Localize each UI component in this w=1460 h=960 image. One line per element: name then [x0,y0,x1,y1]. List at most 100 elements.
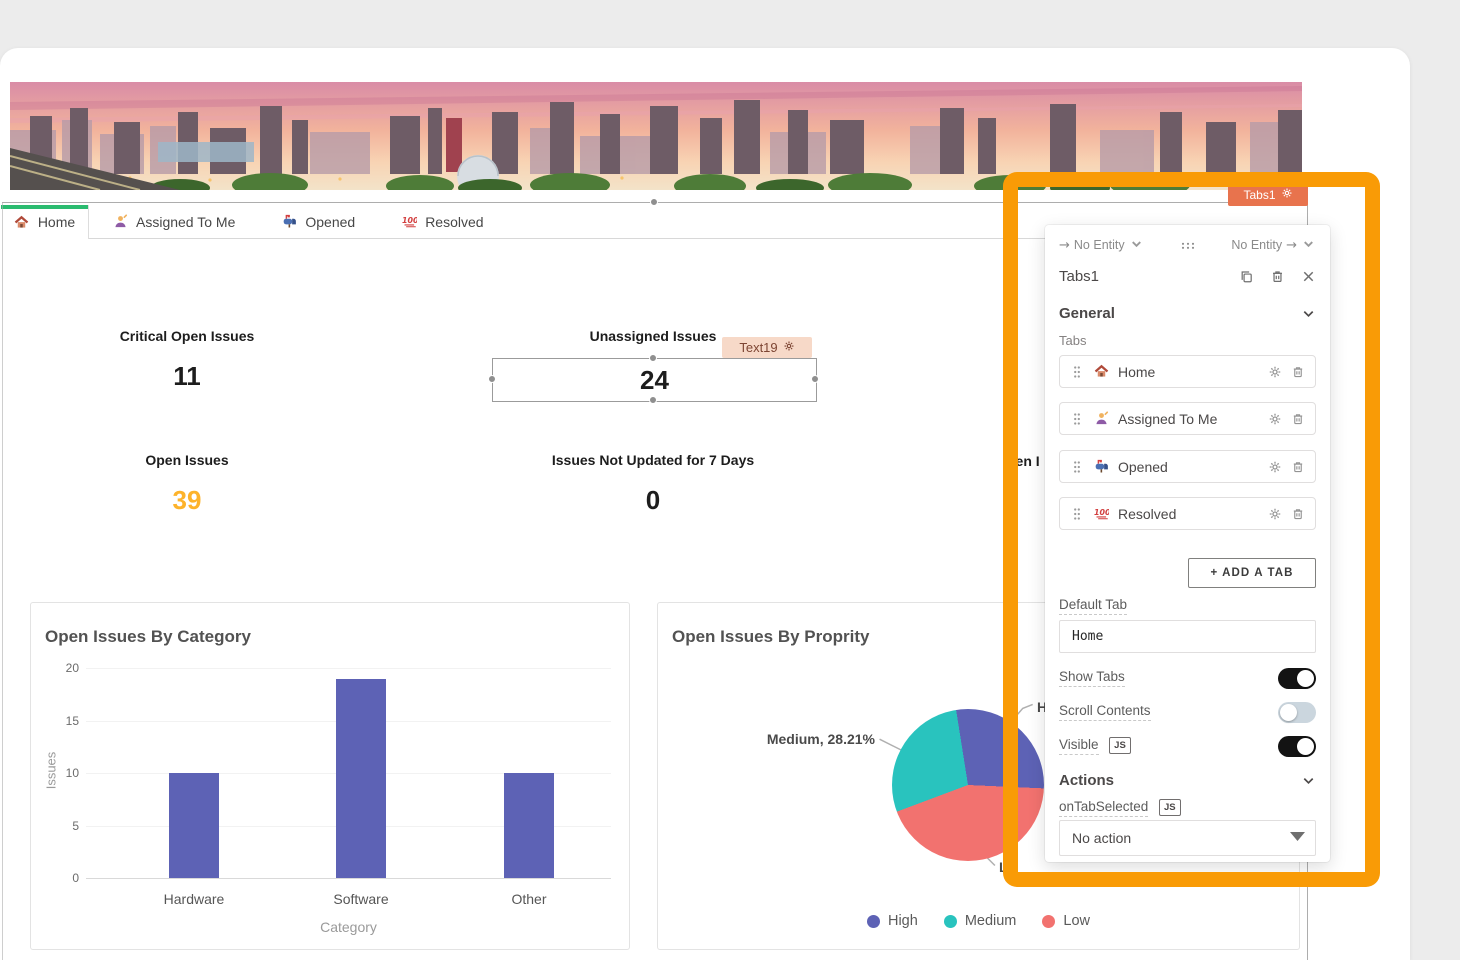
bar-other [504,773,554,878]
trash-icon[interactable] [1291,507,1305,521]
tab-label: Opened [305,214,355,230]
tab-opened[interactable]: Opened [258,205,378,238]
trash-icon[interactable] [1291,365,1305,379]
resize-handle-top[interactable] [650,198,658,206]
incoming-entity-selector[interactable]: → No Entity [1059,236,1144,254]
resize-handle-top-center[interactable] [649,354,657,362]
panel-tab-row-resolved[interactable]: 100 Resolved [1059,497,1316,530]
pie-callout-low-clipped: L [999,859,1008,875]
pie-callout-medium: Medium, 28.21% [767,731,875,747]
legend-item-medium: Medium [944,913,1017,929]
mailbox-icon [1093,459,1109,475]
trash-icon[interactable] [1291,460,1305,474]
clipped-stat-label: pen I [1007,453,1040,469]
tab-label: Assigned To Me [136,214,235,230]
svg-text:100: 100 [1094,508,1109,517]
tabs-widget-selection-left [2,202,3,960]
drag-handle-icon[interactable] [1070,460,1084,474]
header-image[interactable] [10,82,1302,190]
tab-label: Home [38,214,75,230]
gear-icon[interactable] [1268,365,1282,379]
stat-critical-open-issues[interactable]: Critical Open Issues 11 [27,328,347,392]
property-pane: → No Entity No Entity → Tabs1 General Ta… [1045,225,1330,862]
svg-text:100: 100 [402,216,417,225]
trash-icon[interactable] [1270,269,1285,284]
stat-issues-not-updated[interactable]: Issues Not Updated for 7 Days 0 [493,452,813,516]
visible-label-group: Visible JS [1059,737,1131,755]
section-general[interactable]: General [1059,301,1316,325]
panel-tab-label: Home [1118,364,1259,380]
tab-assigned-to-me[interactable]: Assigned To Me [89,205,258,238]
close-icon[interactable] [1301,269,1316,284]
drag-handle-icon[interactable] [1070,412,1084,426]
js-toggle-chip[interactable]: JS [1109,737,1131,754]
chevron-down-icon [1129,236,1144,254]
gear-icon[interactable] [1268,412,1282,426]
js-toggle-chip[interactable]: JS [1159,799,1181,816]
resize-handle-right[interactable] [811,375,819,383]
gear-icon[interactable] [783,340,795,355]
show-tabs-row: Show Tabs [1059,666,1316,690]
action-selector-dropdown[interactable]: No action [1059,820,1316,856]
stat-value: 24 [640,365,669,396]
panel-tab-label: Assigned To Me [1118,411,1259,427]
trash-icon[interactable] [1291,412,1305,426]
section-label: General [1059,305,1115,322]
legend-label: Low [1063,913,1090,929]
bar-chart-y-tick: 10 [41,766,79,780]
copy-icon[interactable] [1239,269,1254,284]
section-actions[interactable]: Actions [1059,768,1316,792]
drag-handle-icon[interactable] [1070,365,1084,379]
stat-value-open-issues: 39 [27,485,347,516]
bar-chart-gridline [86,668,611,669]
resize-handle-bottom-center[interactable] [649,396,657,404]
bar-chart-x-tick: Software [333,891,388,907]
hundred-points-icon: 100 [1093,506,1109,522]
scroll-contents-label: Scroll Contents [1059,703,1151,721]
show-tabs-label: Show Tabs [1059,669,1125,687]
legend-dot [867,915,880,928]
legend-item-high: High [867,913,918,929]
panel-widget-name[interactable]: Tabs1 [1059,268,1223,285]
visible-label: Visible [1059,737,1099,755]
bar-hardware [169,773,219,878]
skyline-illustration [10,82,1302,190]
show-tabs-toggle[interactable] [1278,668,1316,689]
bar-chart-y-tick: 0 [41,871,79,885]
mailbox-icon [281,214,297,230]
bar-chart-widget[interactable]: Open Issues By Category Issues Category … [30,602,630,950]
arrow-right-icon: → [1059,238,1070,252]
resize-handle-left[interactable] [488,375,496,383]
tabs1-widget-badge[interactable]: Tabs1 [1228,183,1308,206]
gear-icon[interactable] [1281,187,1293,202]
person-raising-hand-icon [1093,411,1109,427]
text19-widget-badge[interactable]: Text19 [722,337,812,358]
bar-chart-x-axis-label: Category [86,919,611,935]
visible-toggle[interactable] [1278,736,1316,757]
outgoing-entity-selector[interactable]: No Entity → [1231,236,1316,254]
gear-icon[interactable] [1268,507,1282,521]
bar-chart-y-tick: 20 [41,661,79,675]
scroll-contents-toggle[interactable] [1278,702,1316,723]
panel-tab-row-opened[interactable]: Opened [1059,450,1316,483]
arrow-right-icon: → [1286,238,1297,252]
stat-open-issues[interactable]: Open Issues 39 [27,452,347,516]
bar-chart-x-tick: Hardware [164,891,225,907]
tab-home[interactable]: Home [1,205,89,239]
drag-handle-icon[interactable] [1070,507,1084,521]
grid-dots-icon[interactable] [1180,238,1195,253]
panel-title-row: Tabs1 [1059,263,1316,289]
stat-label: Issues Not Updated for 7 Days [493,452,813,468]
default-tab-input[interactable] [1059,620,1316,653]
tab-resolved[interactable]: 100 Resolved [378,205,506,238]
gear-icon[interactable] [1268,460,1282,474]
panel-tab-row-home[interactable]: Home [1059,355,1316,388]
action-selector-value: No action [1072,830,1131,846]
bar-chart-gridline [86,878,611,879]
panel-tab-label: Resolved [1118,506,1259,522]
caret-down-icon [1290,829,1305,847]
panel-tab-row-assigned-to-me[interactable]: Assigned To Me [1059,402,1316,435]
stat-value: 11 [27,361,347,392]
entity-label: No Entity [1074,238,1125,252]
add-a-tab-button[interactable]: + ADD A TAB [1188,558,1316,588]
